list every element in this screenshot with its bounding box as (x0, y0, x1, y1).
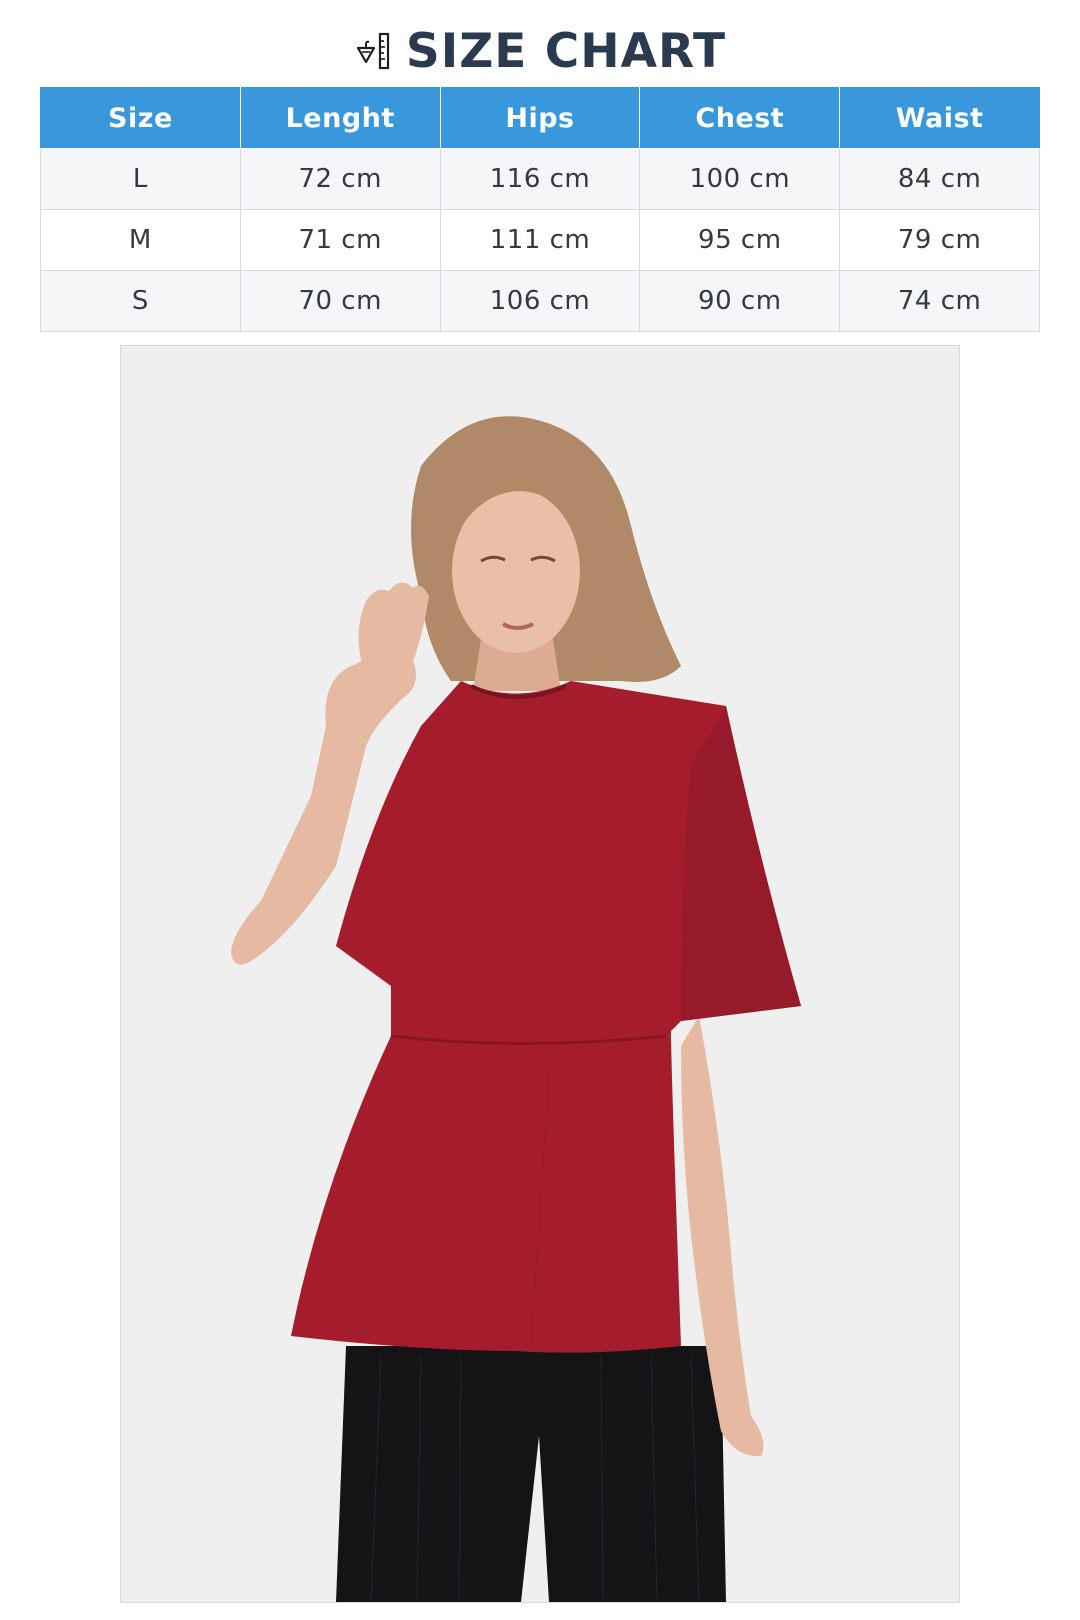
cell-waist: 84 cm (839, 148, 1040, 210)
product-photo (120, 345, 960, 1603)
cell-hips: 116 cm (439, 148, 641, 210)
size-table: Size Lenght Hips Chest Waist L 72 cm 116… (40, 87, 1040, 332)
cell-size: S (40, 270, 241, 332)
cell-size: L (40, 148, 241, 210)
column-header-size: Size (40, 87, 241, 149)
cell-chest: 90 cm (639, 270, 841, 332)
ruler-hanger-icon (354, 32, 392, 72)
cell-size: M (40, 209, 241, 271)
table-row: M 71 cm 111 cm 95 cm 79 cm (40, 209, 1040, 271)
cell-length: 70 cm (239, 270, 441, 332)
cell-length: 72 cm (239, 148, 441, 210)
page-title: SIZE CHART (405, 24, 727, 79)
cell-waist: 79 cm (839, 209, 1040, 271)
cell-length: 71 cm (239, 209, 441, 271)
column-header-chest: Chest (639, 87, 841, 149)
cell-chest: 95 cm (639, 209, 841, 271)
column-header-hips: Hips (439, 87, 641, 149)
cell-hips: 111 cm (439, 209, 641, 271)
cell-hips: 106 cm (439, 270, 641, 332)
column-header-waist: Waist (839, 87, 1040, 149)
size-chart-header: SIZE CHART (0, 28, 1080, 75)
cell-waist: 74 cm (839, 270, 1040, 332)
cell-chest: 100 cm (639, 148, 841, 210)
column-header-length: Lenght (239, 87, 441, 149)
table-row: S 70 cm 106 cm 90 cm 74 cm (40, 270, 1040, 332)
table-row: L 72 cm 116 cm 100 cm 84 cm (40, 148, 1040, 210)
table-header-row: Size Lenght Hips Chest Waist (40, 87, 1040, 149)
